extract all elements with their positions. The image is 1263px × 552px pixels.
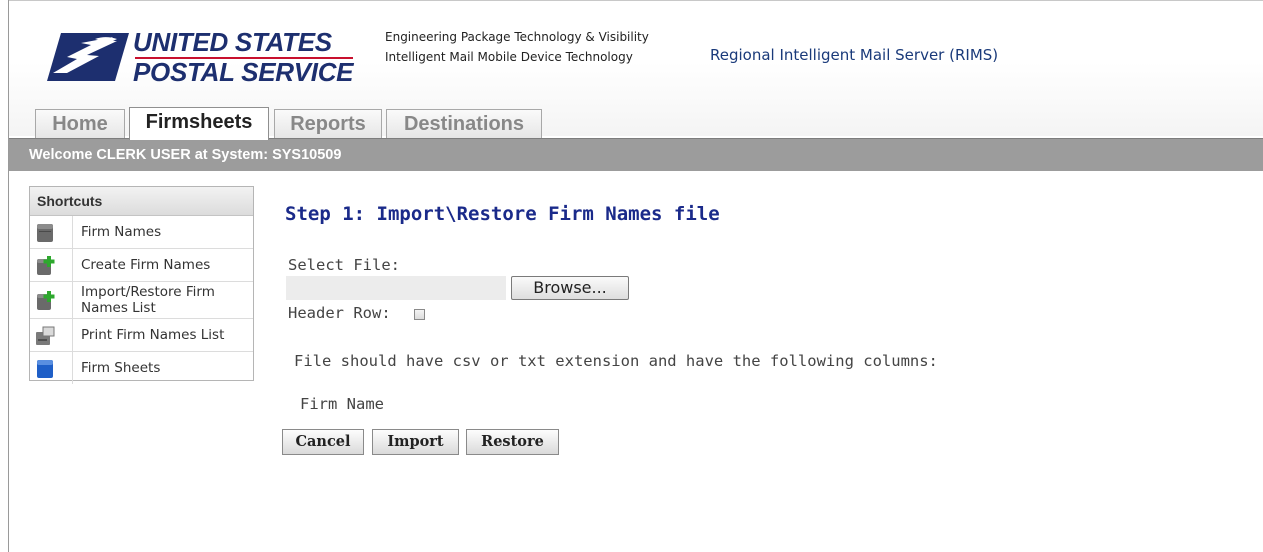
page-title: Step 1: Import\Restore Firm Names file xyxy=(285,203,720,225)
tab-firmsheets[interactable]: Firmsheets xyxy=(129,107,269,140)
shortcut-label: Import/Restore Firm Names List xyxy=(81,284,215,316)
import-button[interactable]: Import xyxy=(372,429,459,455)
shortcut-print-firm-names[interactable]: Print Firm Names List xyxy=(30,319,253,352)
shortcut-label: Firm Names xyxy=(81,224,162,240)
usps-logo: UNITED STATES POSTAL SERVICE xyxy=(47,27,357,87)
required-column-name: Firm Name xyxy=(300,395,384,413)
database-add-icon xyxy=(37,291,55,310)
cancel-button[interactable]: Cancel xyxy=(282,429,364,455)
file-format-info: File should have csv or txt extension an… xyxy=(294,352,938,370)
select-file-label: Select File: xyxy=(288,256,400,274)
shortcut-firm-names[interactable]: Firm Names xyxy=(30,216,253,249)
file-path-input[interactable] xyxy=(286,276,506,300)
tagline-mobile-device: Intelligent Mail Mobile Device Technolog… xyxy=(385,50,633,64)
printer-icon xyxy=(36,326,55,345)
blue-database-icon xyxy=(37,360,53,378)
database-add-icon xyxy=(37,256,55,275)
header-row-label: Header Row: xyxy=(288,304,391,322)
welcome-bar: Welcome CLERK USER at System: SYS10509 xyxy=(9,138,1263,171)
shortcut-label: Create Firm Names xyxy=(81,257,211,273)
shortcut-import-restore-firm-names[interactable]: Import/Restore Firm Names List xyxy=(30,282,253,319)
shortcuts-panel: Shortcuts Firm Names Create Firm Names I… xyxy=(29,186,254,384)
shortcut-firm-sheets[interactable]: Firm Sheets xyxy=(30,352,253,384)
shortcuts-title: Shortcuts xyxy=(30,187,253,216)
database-icon xyxy=(37,224,53,242)
shortcut-label: Firm Sheets xyxy=(81,360,161,376)
logo-text-line2: POSTAL SERVICE xyxy=(133,57,354,87)
usps-eagle-icon xyxy=(47,33,129,81)
app-title: Regional Intelligent Mail Server (RIMS) xyxy=(710,46,999,64)
restore-button[interactable]: Restore xyxy=(466,429,559,455)
tab-home[interactable]: Home xyxy=(35,109,125,138)
header-row-checkbox[interactable] xyxy=(414,309,425,320)
tagline-package-technology: Engineering Package Technology & Visibil… xyxy=(385,30,649,44)
logo-text-line1: UNITED STATES xyxy=(133,27,332,57)
shortcut-create-firm-names[interactable]: Create Firm Names xyxy=(30,249,253,282)
shortcut-label: Print Firm Names List xyxy=(81,327,225,343)
browse-button[interactable]: Browse... xyxy=(511,276,629,300)
tab-destinations[interactable]: Destinations xyxy=(386,109,542,138)
tab-reports[interactable]: Reports xyxy=(274,109,382,138)
